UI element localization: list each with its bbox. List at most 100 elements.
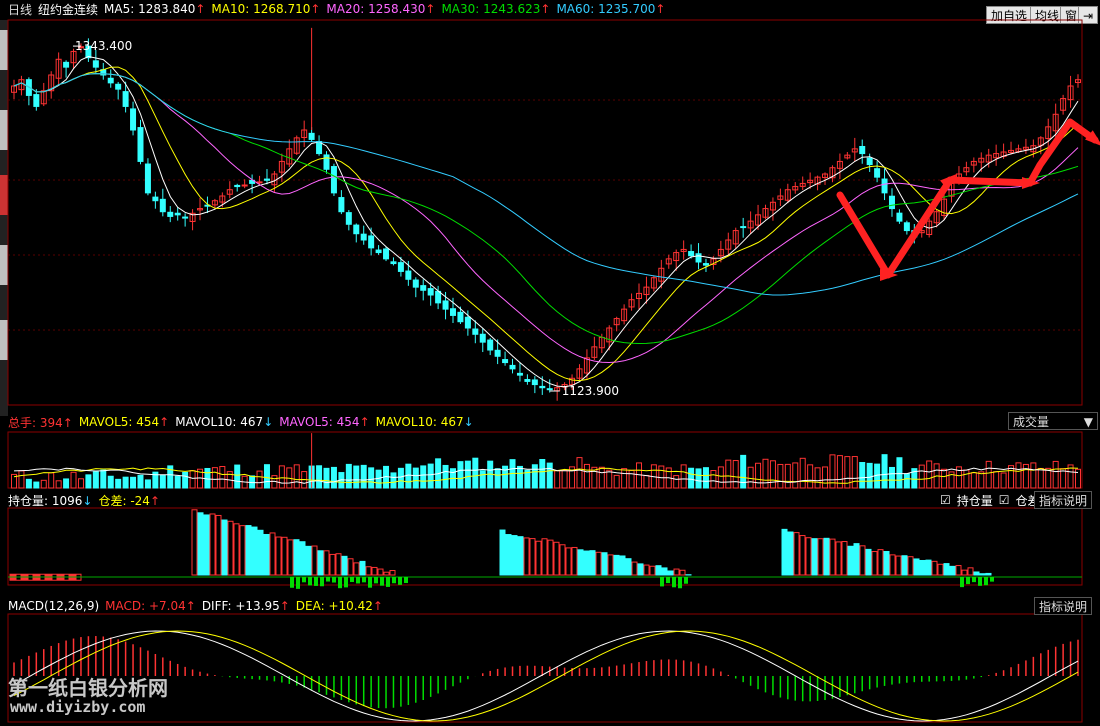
oi-bar [919, 559, 926, 576]
candle-body [338, 197, 345, 213]
volume-bar [1022, 463, 1029, 489]
volume-bar [323, 467, 330, 489]
candle-body [866, 157, 873, 166]
candle-body [33, 94, 40, 107]
oi-bar [251, 526, 258, 576]
oi-diff-bar [350, 577, 354, 583]
volume-bar [576, 457, 583, 489]
chevron-down-icon: ▼ [1083, 415, 1093, 429]
oi-bar [841, 541, 848, 576]
volume-bar [159, 474, 166, 489]
oi-bar [805, 537, 812, 576]
oi-bar [637, 563, 644, 576]
trend-arrow-path [836, 118, 1099, 279]
volume-bar [85, 474, 92, 489]
volume-bar [799, 457, 806, 489]
oi-diff-bar [990, 577, 994, 582]
volume-bar [412, 467, 419, 489]
high-price-label: 1343.400 [75, 39, 132, 53]
dea-value: DEA: +10.42↑ [295, 599, 383, 613]
candle-body [115, 83, 122, 90]
oi-bar [359, 560, 366, 576]
oi-bar [335, 553, 342, 576]
oi-bar [619, 555, 626, 576]
candle-body [539, 385, 546, 389]
oi-bar [883, 551, 890, 576]
candle-body [167, 211, 174, 217]
candle-body [353, 224, 360, 235]
volume-bar [866, 462, 873, 489]
candle-body [509, 364, 516, 370]
ma20-line [13, 73, 1079, 364]
volume-bar [643, 474, 650, 489]
macd-header: MACD(12,26,9) MACD: +7.04↑ DIFF: +13.95↑… [8, 597, 389, 615]
oi-diff-bar [320, 577, 324, 587]
oi-bar [517, 536, 524, 576]
volume-bar [479, 470, 486, 489]
oi-bar [577, 549, 584, 576]
volume-bar [442, 464, 449, 489]
candle-body [702, 263, 709, 266]
candle-body [174, 212, 181, 216]
volume-bar [107, 475, 114, 489]
volume-bar [598, 466, 605, 489]
oi-bar [317, 550, 324, 576]
oi-bar [281, 536, 288, 576]
volume-bar [234, 464, 241, 489]
oi-bar [829, 538, 836, 576]
oi-diff-bar [386, 577, 390, 587]
volume-bar [100, 469, 107, 489]
volume-bar [658, 465, 665, 489]
volume-bar [918, 464, 925, 489]
volume-bar [859, 462, 866, 489]
oi-bar [871, 551, 878, 576]
oi-bar [967, 567, 974, 576]
candle-body [479, 333, 486, 343]
candle-body [256, 181, 263, 184]
volume-bar [851, 456, 858, 489]
volume-bar [360, 464, 367, 489]
oi-diff-bar [398, 577, 402, 585]
oi-help-button[interactable]: 指标说明 [1034, 491, 1093, 509]
oi-diff-bar [972, 577, 976, 583]
volume-bar [494, 468, 501, 489]
candle-body [695, 253, 702, 263]
oi-diff-bar [678, 577, 682, 589]
volume-bar [182, 471, 189, 489]
candle-body [740, 226, 747, 229]
oi-bar [667, 570, 674, 576]
volume-bar [40, 479, 47, 489]
oi-bar [601, 552, 608, 576]
oi-value: 持仓量: 1096↓ [8, 493, 93, 508]
volume-bar [397, 467, 404, 489]
oi-diff-bar [660, 577, 664, 587]
oi-bar [853, 543, 860, 576]
oi-diff-bar [332, 577, 336, 583]
oi-diff-bar [984, 577, 988, 586]
volume-bar [531, 464, 538, 489]
volume-bar [725, 459, 732, 489]
oi-diff-bar [344, 577, 348, 588]
volume-bar [539, 459, 546, 489]
oi-bar [925, 559, 932, 576]
oi-header: 持仓量: 1096↓ 仓差: -24↑ [8, 491, 166, 509]
volume-bar [63, 478, 70, 489]
diff-checkbox[interactable]: ☑ [999, 493, 1010, 507]
dea-line [13, 630, 1079, 722]
oi-diff-bar [966, 577, 970, 585]
ma5-line [13, 55, 1079, 388]
volume-bar [822, 466, 829, 489]
volume-bar [710, 470, 717, 489]
oi-bar [937, 563, 944, 576]
volume-dropdown[interactable]: 成交量 ▼ [1008, 412, 1098, 430]
volume-bar [970, 472, 977, 489]
macd-help-button[interactable]: 指标说明 [1034, 597, 1093, 615]
oi-bar [811, 538, 818, 576]
volume-bar [345, 463, 352, 489]
oi-bar [275, 536, 282, 576]
volume-bar [25, 478, 32, 489]
oi-bar [673, 568, 680, 576]
volume-bar [353, 465, 360, 489]
oi-bar [197, 512, 204, 576]
oi-checkbox[interactable]: ☑ [940, 493, 951, 507]
